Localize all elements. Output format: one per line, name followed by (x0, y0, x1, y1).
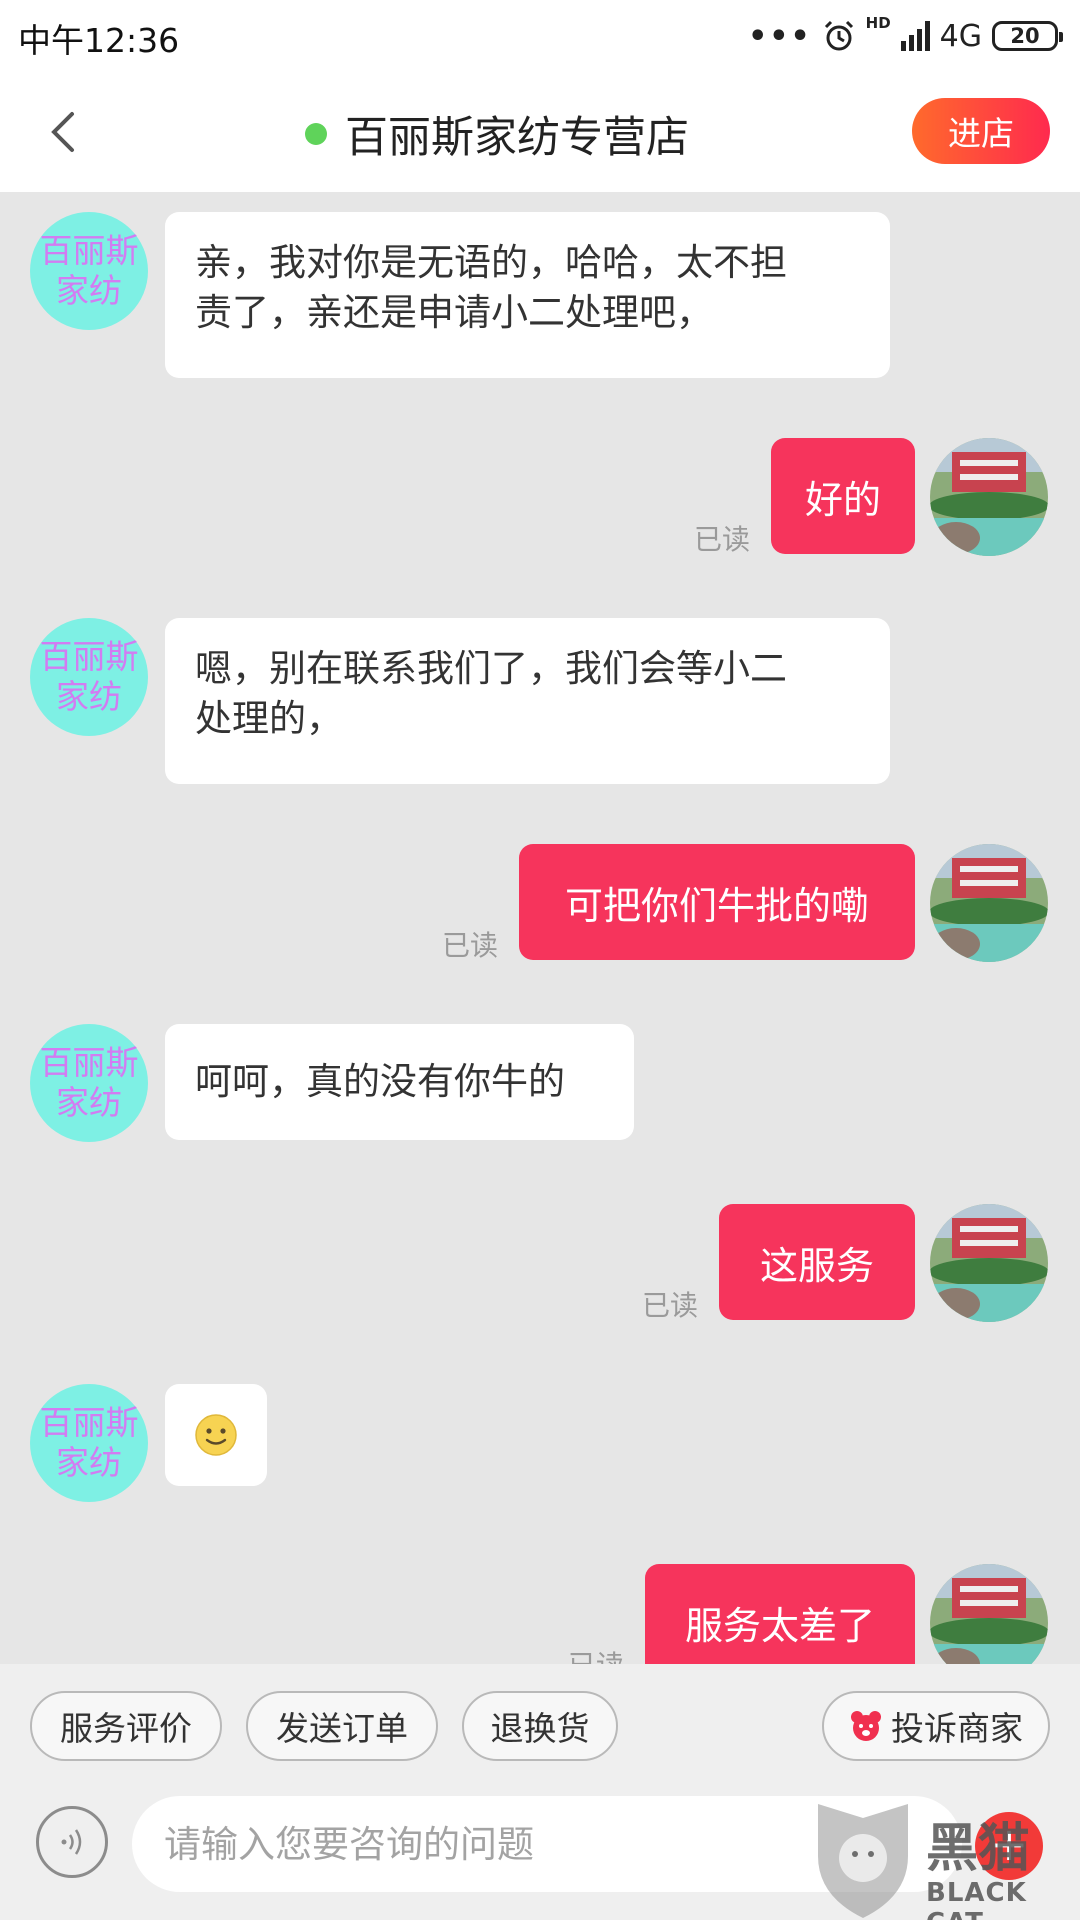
shop-name: 百丽斯家纺专营店 (345, 113, 689, 163)
complain-merchant-label: 投诉商家 (891, 1709, 1023, 1748)
black-cat-watermark: 黑猫 BLACK CAT (808, 1796, 1080, 1920)
signal-icon (900, 21, 930, 51)
incoming-message[interactable] (165, 1384, 267, 1486)
status-time: 中午12:36 (18, 21, 180, 60)
status-bar: 中午12:36 ••• HD 4G 20 (0, 0, 1080, 76)
voice-input-button[interactable] (36, 1806, 108, 1878)
incoming-message[interactable]: 嗯，别在联系我们了，我们会等小二 处理的， (165, 618, 890, 784)
voice-wave-icon (61, 1829, 82, 1855)
read-status: 已读 (694, 523, 751, 556)
battery-level: 20 (1010, 24, 1040, 48)
incoming-message[interactable]: 亲，我对你是无语的，哈哈，太不担 责了，亲还是申请小二处理吧， (165, 212, 890, 378)
outgoing-message[interactable]: 好的 (771, 438, 915, 554)
user-avatar-image (930, 1204, 1048, 1322)
user-avatar[interactable] (930, 1204, 1048, 1322)
watermark-en: BLACK CAT (926, 1878, 1027, 1920)
network-type: 4G (939, 18, 982, 54)
back-arrow-icon[interactable] (36, 102, 96, 162)
send-order-button[interactable]: 发送订单 (246, 1691, 438, 1761)
user-avatar[interactable] (930, 844, 1048, 962)
enter-store-button[interactable]: 进店 (912, 98, 1050, 164)
incoming-message[interactable]: 呵呵，真的没有你牛的 (165, 1024, 634, 1140)
user-avatar-image (930, 438, 1048, 556)
outgoing-message[interactable]: 服务太差了 (645, 1564, 915, 1664)
shop-avatar[interactable]: 百丽斯 家纺 (30, 618, 148, 736)
read-status: 已读 (642, 1289, 699, 1322)
bear-icon (851, 1711, 881, 1741)
chat-message-list[interactable]: 百丽斯 家纺 亲，我对你是无语的，哈哈，太不担 责了，亲还是申请小二处理吧， 已读 … (0, 192, 1080, 1664)
return-exchange-button[interactable]: 退换货 (462, 1691, 618, 1761)
more-dots-icon: ••• (748, 18, 812, 54)
user-avatar[interactable] (930, 1564, 1048, 1664)
shop-avatar[interactable]: 百丽斯 家纺 (30, 212, 148, 330)
read-status: 已读 (568, 1644, 624, 1664)
quick-action-bar: 服务评价 发送订单 退换货 投诉商家 (0, 1664, 1080, 1776)
user-avatar-image (930, 844, 1048, 962)
online-status-dot (305, 123, 327, 145)
outgoing-message[interactable]: 这服务 (719, 1204, 915, 1320)
header-title: 百丽斯家纺专营店 (305, 104, 689, 164)
outgoing-message[interactable]: 可把你们牛批的嘞 (519, 844, 915, 960)
shop-avatar[interactable]: 百丽斯 家纺 (30, 1384, 148, 1502)
user-avatar[interactable] (930, 438, 1048, 556)
service-rating-button[interactable]: 服务评价 (30, 1691, 222, 1761)
battery-icon: 20 (992, 21, 1063, 51)
shield-cat-icon (818, 1804, 908, 1918)
hd-label: HD (865, 14, 891, 32)
watermark-cn: 黑猫 (926, 1819, 1031, 1879)
smiley-icon (195, 1414, 237, 1456)
status-icons: ••• HD 4G 20 (748, 14, 1063, 58)
read-status: 已读 (442, 929, 499, 962)
alarm-icon (824, 20, 853, 51)
chat-header: 百丽斯家纺专营店 进店 (0, 76, 1080, 192)
complain-merchant-button[interactable]: 投诉商家 (822, 1691, 1050, 1761)
user-avatar-image (930, 1564, 1048, 1664)
shop-avatar[interactable]: 百丽斯 家纺 (30, 1024, 148, 1142)
